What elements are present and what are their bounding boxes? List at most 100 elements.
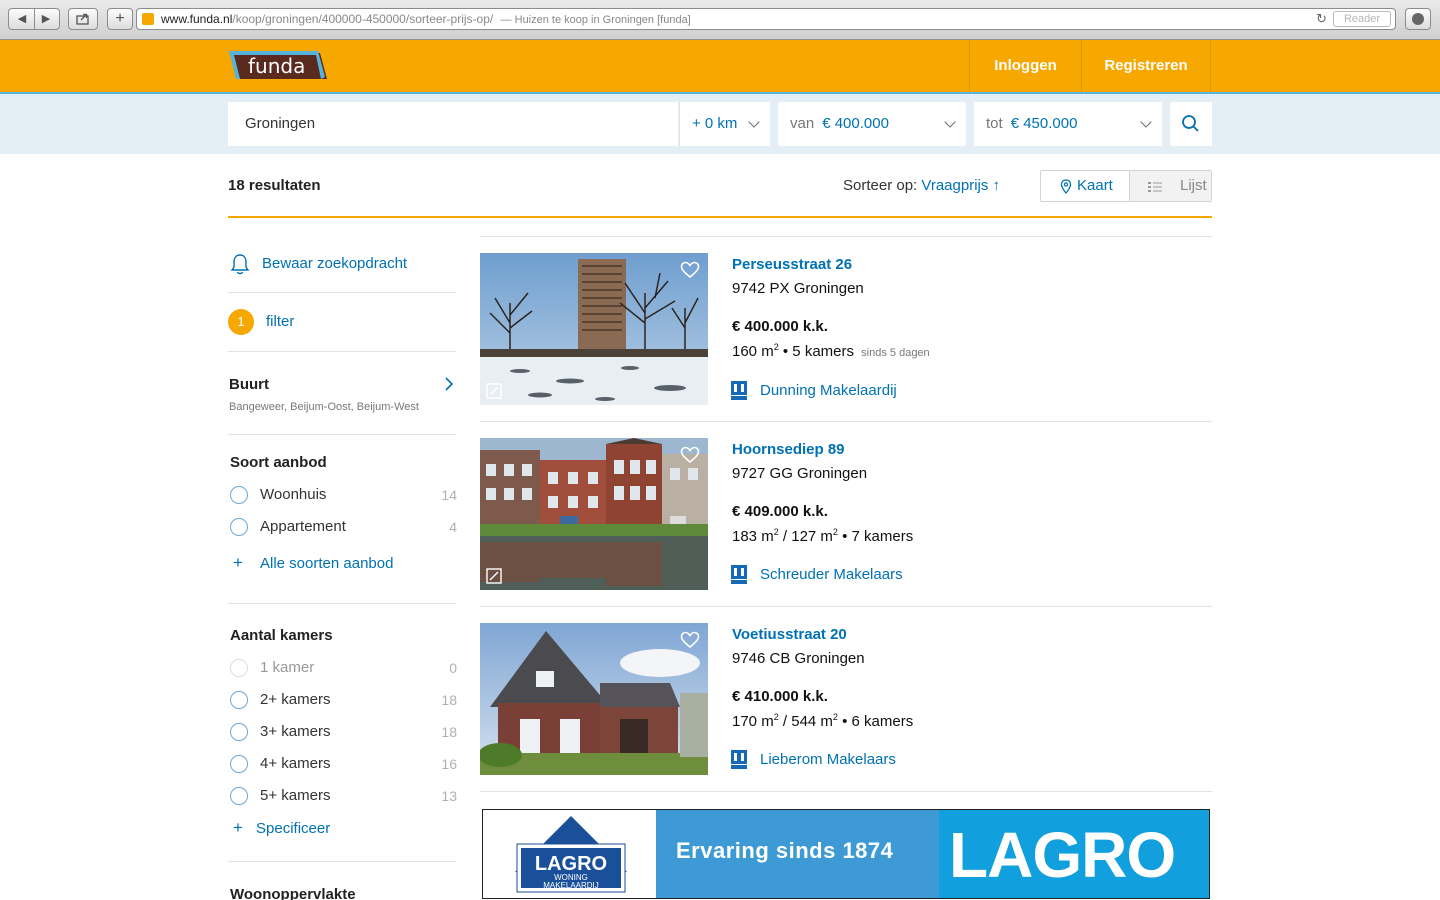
floorplan-icon bbox=[486, 568, 502, 584]
heart-icon[interactable] bbox=[680, 631, 700, 649]
buurt-title[interactable]: Buurt bbox=[229, 376, 269, 393]
downloads-button[interactable] bbox=[1405, 8, 1431, 30]
plot-area: / 544 m bbox=[782, 713, 833, 730]
plus-icon: + bbox=[233, 553, 243, 572]
option-label[interactable]: Appartement bbox=[260, 518, 346, 535]
living-area: 183 m bbox=[732, 528, 774, 545]
room-count: • 6 kamers bbox=[842, 713, 914, 730]
reload-icon[interactable]: ↻ bbox=[1316, 9, 1327, 29]
listing-photo[interactable] bbox=[480, 438, 708, 590]
lagro-banner-ad[interactable]: LAGRO WONING MAKELAARDIJ Ervaring sinds … bbox=[482, 809, 1210, 899]
nvm-logo-icon bbox=[731, 565, 747, 584]
sort-value[interactable]: Vraagprijs bbox=[921, 177, 988, 194]
forward-icon[interactable]: ▶ bbox=[34, 9, 58, 29]
list-view-label: Lijst bbox=[1180, 177, 1207, 194]
option-label[interactable]: 3+ kamers bbox=[260, 723, 330, 740]
banner-logo-big: LAGRO bbox=[949, 819, 1176, 891]
agent-link[interactable]: Dunning Makelaardij bbox=[760, 382, 897, 399]
option-label[interactable]: 4+ kamers bbox=[260, 755, 330, 772]
banner-logo-sub2: MAKELAARDIJ bbox=[543, 881, 599, 890]
agent-link[interactable]: Lieberom Makelaars bbox=[760, 751, 896, 768]
listing-postal: 9727 GG Groningen bbox=[732, 465, 868, 482]
price-to-select[interactable]: tot € 450.000 bbox=[974, 102, 1162, 146]
radio-3-kamers[interactable] bbox=[230, 723, 248, 741]
radius-select[interactable]: + 0 km bbox=[679, 102, 770, 146]
nvm-logo-icon bbox=[731, 381, 747, 400]
list-view-button[interactable]: Lijst bbox=[1129, 171, 1211, 201]
house-photo bbox=[480, 253, 708, 405]
search-icon bbox=[1182, 115, 1199, 132]
woonoppervlakte-title: Woonoppervlakte bbox=[230, 886, 356, 900]
price-from-select[interactable]: van € 400.000 bbox=[778, 102, 966, 146]
list-icon bbox=[1148, 182, 1162, 192]
radio-1-kamer bbox=[230, 659, 248, 677]
register-link[interactable]: Registreren bbox=[1081, 40, 1211, 92]
option-label[interactable]: 2+ kamers bbox=[260, 691, 330, 708]
heart-icon[interactable] bbox=[680, 261, 700, 279]
option-count: 16 bbox=[441, 756, 457, 772]
reader-button[interactable]: Reader bbox=[1333, 11, 1391, 27]
radius-value: + 0 km bbox=[692, 115, 738, 132]
living-area: 170 m bbox=[732, 713, 774, 730]
back-forward-buttons[interactable]: ◀ ▶ bbox=[8, 8, 60, 30]
sort-control[interactable]: Sorteer op: Vraagprijs ↑ bbox=[843, 177, 1000, 194]
logo-icon: funda bbox=[229, 51, 327, 79]
sidebar-divider bbox=[228, 434, 456, 435]
map-pin-icon bbox=[1060, 179, 1072, 194]
price-to-value: € 450.000 bbox=[1010, 115, 1078, 132]
view-toggle: Kaart Lijst bbox=[1040, 170, 1212, 202]
option-count: 4 bbox=[449, 519, 457, 535]
active-filter-link[interactable]: filter bbox=[266, 313, 294, 330]
bell-icon bbox=[230, 254, 250, 275]
option-count: 13 bbox=[441, 788, 457, 804]
share-button[interactable] bbox=[68, 8, 98, 30]
address-bar[interactable]: www.funda.nl/koop/groningen/400000-45000… bbox=[136, 8, 1396, 30]
nvm-logo-icon bbox=[731, 750, 747, 769]
listing-photo[interactable] bbox=[480, 623, 708, 775]
room-count: • 5 kamers bbox=[782, 343, 854, 360]
url-host: www.funda.nl bbox=[161, 12, 233, 26]
location-input[interactable]: Groningen bbox=[228, 102, 678, 146]
listing-divider bbox=[480, 421, 1212, 422]
price-from-prefix: van bbox=[790, 115, 815, 132]
option-label[interactable]: Woonhuis bbox=[260, 486, 326, 503]
listing-title[interactable]: Perseusstraat 26 bbox=[732, 256, 852, 273]
download-icon bbox=[1412, 13, 1424, 25]
option-count: 0 bbox=[449, 660, 457, 676]
specify-rooms-link[interactable]: Specificeer bbox=[256, 820, 330, 837]
login-link[interactable]: Inloggen bbox=[969, 40, 1081, 92]
favicon-icon bbox=[142, 13, 154, 25]
listing-price: € 400.000 k.k. bbox=[732, 318, 828, 335]
option-label[interactable]: 5+ kamers bbox=[260, 787, 330, 804]
back-icon[interactable]: ◀ bbox=[10, 9, 34, 29]
logo-text: funda bbox=[248, 54, 305, 78]
map-view-button[interactable]: Kaart bbox=[1041, 171, 1129, 201]
chevron-right-icon[interactable] bbox=[443, 377, 455, 391]
listing-divider bbox=[480, 236, 1212, 237]
listing-title[interactable]: Hoornsediep 89 bbox=[732, 441, 845, 458]
listing-title[interactable]: Voetiusstraat 20 bbox=[732, 626, 847, 643]
radio-5-kamers[interactable] bbox=[230, 787, 248, 805]
new-tab-button[interactable]: + bbox=[107, 8, 133, 30]
search-button[interactable] bbox=[1170, 102, 1212, 146]
heart-icon[interactable] bbox=[680, 446, 700, 464]
listing-postal: 9746 CB Groningen bbox=[732, 650, 865, 667]
house-photo bbox=[480, 438, 708, 590]
chevron-down-icon bbox=[944, 116, 956, 128]
funda-logo[interactable]: funda bbox=[228, 49, 328, 83]
listing-photo[interactable] bbox=[480, 253, 708, 405]
option-count: 18 bbox=[441, 724, 457, 740]
radio-4-kamers[interactable] bbox=[230, 755, 248, 773]
radio-woonhuis[interactable] bbox=[230, 486, 248, 504]
save-search-link[interactable]: Bewaar zoekopdracht bbox=[262, 255, 407, 272]
sort-asc-icon: ↑ bbox=[992, 177, 1001, 194]
radio-appartement[interactable] bbox=[230, 518, 248, 536]
sidebar-divider bbox=[228, 351, 456, 352]
all-types-link[interactable]: Alle soorten aanbod bbox=[260, 555, 393, 572]
radio-2-kamers[interactable] bbox=[230, 691, 248, 709]
result-count: 18 resultaten bbox=[228, 177, 321, 194]
listing-postal: 9742 PX Groningen bbox=[732, 280, 864, 297]
listing-specs: 170 m2 / 544 m2 • 6 kamers bbox=[732, 712, 914, 730]
sidebar-divider bbox=[228, 861, 456, 862]
agent-link[interactable]: Schreuder Makelaars bbox=[760, 566, 903, 583]
